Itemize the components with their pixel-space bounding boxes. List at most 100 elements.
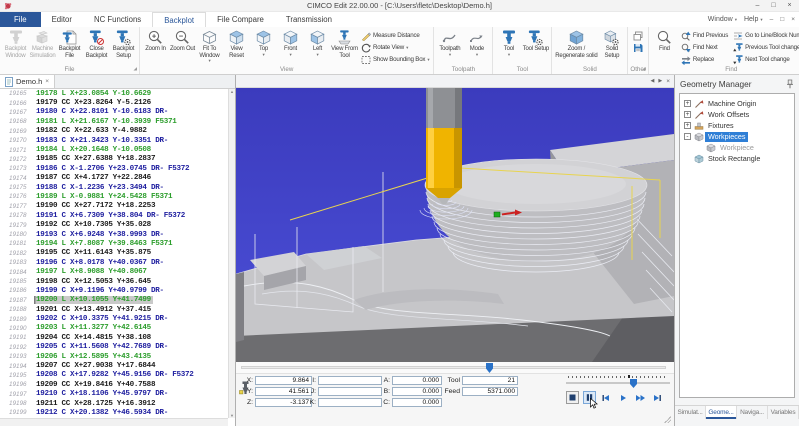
j-value-field[interactable]	[318, 387, 382, 396]
menu-help[interactable]: Help▾	[744, 16, 763, 23]
find-previous-button[interactable]: Find Previous	[681, 30, 728, 41]
backplot-3d-view[interactable]	[236, 88, 674, 362]
code-line[interactable]: 1916519178 L X+23.0854 Y-10.6629	[0, 89, 228, 98]
zoom-regenerate-solid-button[interactable]: Zoom / Regenerate solid	[554, 28, 598, 59]
code-line[interactable]: 1917219185 CC X+27.6388 Y+18.2837	[0, 155, 228, 164]
play-button[interactable]	[617, 391, 630, 404]
mode-button[interactable]: Mode▾	[463, 28, 490, 57]
close-backplot-button[interactable]: Close Backplot	[83, 28, 110, 59]
expander-plus-icon[interactable]: +	[684, 111, 691, 118]
code-line[interactable]: 1919219205 C X+11.5608 Y+42.7689 DR-	[0, 343, 228, 352]
single-step-button[interactable]	[583, 391, 596, 404]
stop-button[interactable]	[566, 391, 579, 404]
mini-restore-button[interactable]: □	[780, 16, 784, 23]
play-to-end-button[interactable]	[651, 391, 664, 404]
code-line[interactable]: 1917619189 L X-0.9881 Y+24.5428 F5371	[0, 192, 228, 201]
find-button[interactable]: Find	[651, 28, 678, 53]
fit-to-window-button[interactable]: Fit To Window▾	[196, 28, 223, 63]
tree-item-work-offsets[interactable]: +Work Offsets	[680, 109, 794, 120]
tab-backplot[interactable]: Backplot	[152, 12, 206, 27]
current-code-line[interactable]: 1918719200 L X+10.1055 Y+41.7499	[0, 296, 228, 305]
restore-button[interactable]: □	[766, 0, 781, 11]
replace-button[interactable]: Replace	[681, 54, 728, 65]
zoom-in-button[interactable]: +Zoom In	[142, 28, 169, 53]
rotate-view-button[interactable]: Rotate View▾	[361, 42, 429, 53]
code-line[interactable]: 1917019183 C X+21.3423 Y-10.3351 DR-	[0, 136, 228, 145]
scroll-down-icon[interactable]: ▼	[230, 413, 234, 418]
code-line[interactable]: 1919319206 L X+12.5895 Y+43.4135	[0, 352, 228, 361]
expander-plus-icon[interactable]: +	[684, 122, 691, 129]
tree-item-workpieces[interactable]: -Workpieces	[680, 131, 794, 142]
go-to-line-block-number-button[interactable]: Go to Line/Block Number	[733, 30, 799, 41]
b-value-field[interactable]: 0.000	[392, 387, 442, 396]
gcode-listing[interactable]: 1916519178 L X+23.0854 Y-10.662919166191…	[0, 89, 228, 418]
tab-transmission[interactable]: Transmission	[275, 12, 343, 27]
code-line[interactable]: 1919419207 CC X+27.9038 Y+17.6844	[0, 361, 228, 370]
tab-nc-functions[interactable]: NC Functions	[83, 12, 152, 27]
speed-slider-handle[interactable]	[630, 379, 637, 388]
c-value-field[interactable]: 0.000	[392, 398, 442, 407]
tool-setup-button[interactable]: Tool Setup	[522, 28, 549, 53]
tool-value-field[interactable]: 21	[462, 376, 518, 385]
view-from-tool-button[interactable]: View From Tool	[331, 28, 358, 59]
tree-item-machine-origin[interactable]: +Machine Origin	[680, 98, 794, 109]
code-line[interactable]: 1918619199 C X+9.1196 Y+40.9799 DR-	[0, 286, 228, 295]
top-button[interactable]: Top▾	[250, 28, 277, 57]
tab-editor[interactable]: Editor	[41, 12, 83, 27]
tab-file[interactable]: File	[0, 12, 41, 27]
toolpath-button[interactable]: Toolpath▾	[436, 28, 463, 57]
code-line[interactable]: 1919619209 CC X+19.8416 Y+40.7588	[0, 380, 228, 389]
panel-tab-naviga[interactable]: Naviga...	[737, 406, 768, 419]
tab-close-icon[interactable]: ×	[45, 78, 49, 85]
code-line[interactable]: 1916919182 CC X+22.633 Y-4.9882	[0, 127, 228, 136]
editor-horizontal-scrollbar[interactable]	[0, 418, 228, 426]
pin-icon[interactable]	[786, 79, 794, 89]
code-line[interactable]: 1917719190 CC X+27.7172 Y+18.2253	[0, 202, 228, 211]
play-backward-button[interactable]	[600, 391, 613, 404]
code-line[interactable]: 1918519198 CC X+12.5053 Y+36.645	[0, 277, 228, 286]
code-line[interactable]: 1918819201 CC X+13.4912 Y+37.415	[0, 305, 228, 314]
code-line[interactable]: 1919819211 CC X+28.1725 Y+16.3912	[0, 399, 228, 408]
scroll-up-icon[interactable]: ▲	[230, 89, 234, 94]
next-tool-change-button[interactable]: Next Tool change	[733, 54, 799, 65]
solid-setup-button[interactable]: Solid Setup	[598, 28, 625, 59]
dialog-launcher-icon[interactable]: ◢	[134, 64, 137, 73]
code-line[interactable]: 1916819181 L X+21.6167 Y-10.3939 F5371	[0, 117, 228, 126]
pane-prev-icon[interactable]: ◀	[650, 78, 654, 84]
speed-slider-track[interactable]	[566, 382, 670, 384]
code-line[interactable]: 1917119184 L X+20.1648 Y-10.0508	[0, 145, 228, 154]
left-button[interactable]: Left▾	[304, 28, 331, 57]
backplot-setup-button[interactable]: Backplot Setup	[110, 28, 137, 59]
code-line[interactable]: 1918019193 C X+6.9248 Y+38.9993 DR-	[0, 230, 228, 239]
editor-vertical-scrollbar[interactable]: ▲ ▼	[228, 89, 235, 418]
speed-scale[interactable]	[568, 375, 668, 379]
code-line[interactable]: 1916619179 CC X+23.8264 Y-5.2126	[0, 98, 228, 107]
code-line[interactable]: 1917819191 C X+6.7309 Y+38.804 DR- F5372	[0, 211, 228, 220]
view-reset-button[interactable]: View Reset	[223, 28, 250, 59]
backplot-file-button[interactable]: Backplot File	[56, 28, 83, 59]
document-tab-demo[interactable]: Demo.h ×	[0, 75, 55, 88]
progress-track[interactable]	[241, 366, 666, 369]
code-line[interactable]: 1918319196 C X+8.0178 Y+40.0367 DR-	[0, 258, 228, 267]
front-button[interactable]: Front▾	[277, 28, 304, 57]
code-line[interactable]: 1918419197 L X+8.9088 Y+40.8067	[0, 267, 228, 276]
zoom-out-button[interactable]: −Zoom Out	[169, 28, 196, 53]
code-line[interactable]: 1918119194 L X+7.8087 Y+39.8463 F5371	[0, 239, 228, 248]
code-line[interactable]: 1918919202 C X+10.3375 Y+41.9215 DR-	[0, 314, 228, 323]
panel-tab-variables[interactable]: Variables	[768, 406, 799, 419]
resize-grip[interactable]	[664, 416, 671, 423]
mini-close-button[interactable]: ×	[791, 16, 795, 23]
expander-minus-icon[interactable]: -	[684, 133, 691, 140]
code-line[interactable]: 1919919212 C X+20.1382 Y+46.5934 DR-	[0, 408, 228, 417]
code-line[interactable]: 1919719210 C X+18.1106 Y+45.9797 DR-	[0, 390, 228, 399]
progress-handle[interactable]	[486, 363, 493, 373]
k-value-field[interactable]	[318, 398, 382, 407]
tree-item-stock-rectangle[interactable]: Stock Rectangle	[680, 153, 794, 164]
minimize-button[interactable]: –	[750, 0, 765, 11]
expander-plus-icon[interactable]: +	[684, 100, 691, 107]
panel-tab-simulat[interactable]: Simulat...	[675, 406, 706, 419]
mini-minimize-button[interactable]: –	[770, 16, 774, 23]
i-value-field[interactable]	[318, 376, 382, 385]
code-line[interactable]: 1917419187 CC X+4.1727 Y+22.2846	[0, 174, 228, 183]
code-line[interactable]: 1916719180 C X+22.8101 Y-10.6183 DR-	[0, 108, 228, 117]
